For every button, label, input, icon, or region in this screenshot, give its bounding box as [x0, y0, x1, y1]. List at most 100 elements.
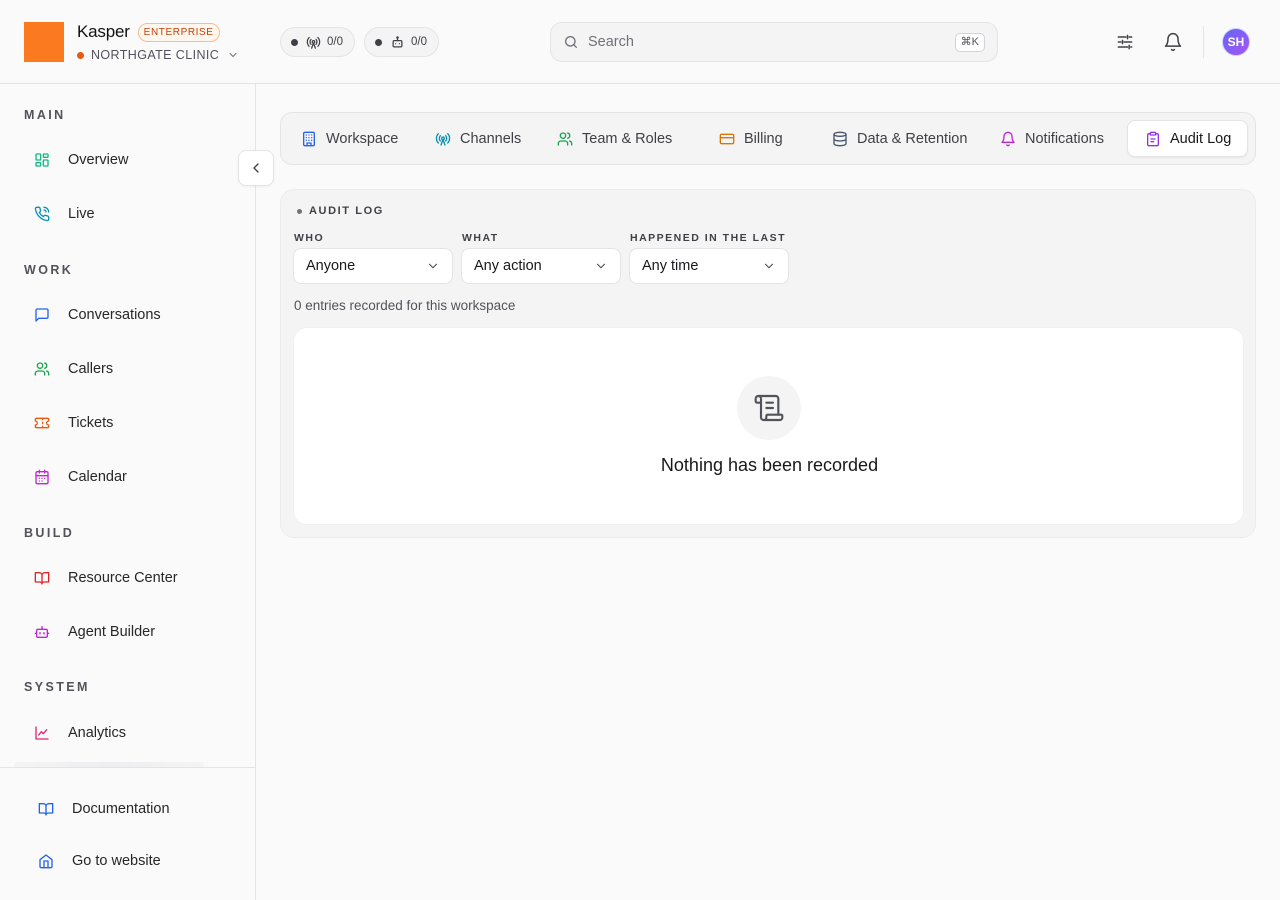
users-icon [34, 361, 50, 377]
org-status-dot [77, 51, 84, 59]
filter-what-select[interactable]: Any action [461, 248, 621, 284]
filter-who-select[interactable]: Anyone [293, 248, 453, 284]
chevron-down-icon [227, 49, 239, 61]
agents-status-pill[interactable]: 0/0 [364, 27, 439, 57]
tab-label: Audit Log [1170, 130, 1232, 147]
sidebar-item-label: Conversations [68, 307, 161, 323]
tab-workspace[interactable]: Workspace [301, 120, 398, 157]
sidebar-item-analytics[interactable]: Analytics [24, 713, 240, 753]
plan-badge: ENTERPRISE [137, 22, 220, 42]
calendar-icon [34, 469, 50, 485]
sidebar-item-agent-builder[interactable]: Agent Builder [24, 612, 240, 652]
sidebar-item-label: Go to website [72, 853, 161, 869]
filter-what-label: WHAT [462, 232, 499, 244]
tab-notifications[interactable]: Notifications [1000, 120, 1104, 157]
sidebar: MAIN Overview Live WORK Conversations Ca… [0, 84, 274, 900]
empty-state: Nothing has been recorded [293, 327, 1244, 525]
ticket-icon [34, 415, 50, 431]
status-dot [291, 38, 298, 46]
book-open-icon [34, 570, 50, 586]
clipboard-icon [1145, 131, 1161, 147]
title-dot [297, 208, 302, 214]
collapse-sidebar-button[interactable] [238, 150, 274, 186]
book-icon [38, 801, 54, 817]
sidebar-item-label: Resource Center [68, 570, 178, 586]
tab-team-roles[interactable]: Team & Roles [557, 120, 672, 157]
nav-section-system: SYSTEM [24, 680, 90, 694]
brand-logo[interactable] [24, 22, 64, 62]
settings-tabs: Workspace Channels Team & Roles Billing … [280, 112, 1256, 165]
nav-section-work: WORK [24, 263, 74, 277]
search-input[interactable] [588, 34, 955, 50]
select-value: Any time [642, 258, 699, 274]
sidebar-item-label: Overview [68, 152, 129, 168]
empty-state-message: Nothing has been recorded [660, 455, 879, 475]
tab-data-retention[interactable]: Data & Retention [832, 120, 967, 157]
sidebar-item-label: Calendar [68, 469, 127, 485]
status-dot [375, 38, 382, 46]
chevron-down-icon [594, 259, 608, 273]
home-icon [38, 853, 54, 869]
bell-icon [1000, 131, 1016, 147]
search-bar: ⌘K [550, 22, 998, 62]
bell-icon[interactable] [1161, 30, 1185, 54]
sidebar-item-callers[interactable]: Callers [24, 349, 240, 389]
dashboard-icon [34, 152, 50, 168]
sidebar-item-calendar[interactable]: Calendar [24, 457, 240, 497]
shortcut-hint: ⌘K [954, 32, 985, 52]
sidebar-item-label: Callers [68, 361, 114, 377]
sidebar-item-label: Agent Builder [68, 624, 156, 640]
database-icon [832, 131, 848, 147]
chat-icon [34, 307, 50, 323]
select-value: Any action [474, 258, 542, 274]
tab-channels[interactable]: Channels [435, 120, 521, 157]
sidebar-item-live[interactable]: Live [24, 194, 240, 234]
building-icon [301, 131, 317, 147]
divider [1203, 26, 1204, 58]
sidebar-item-tickets[interactable]: Tickets [24, 403, 240, 443]
panel-title: AUDIT LOG [297, 205, 384, 217]
sidebar-item-label: Analytics [68, 725, 127, 741]
chevron-left-icon [248, 160, 264, 176]
sidebar-item-label: Tickets [68, 415, 114, 431]
users-icon [557, 131, 573, 147]
bot-icon [34, 624, 50, 640]
brand-name: Kasper [77, 22, 130, 41]
tab-label: Notifications [1025, 130, 1104, 147]
brand: Kasper ENTERPRISE NORTHGATE CLINIC [24, 22, 239, 62]
robot-icon [390, 35, 405, 50]
channels-status-pill[interactable]: 0/0 [280, 27, 355, 57]
sidebar-item-label: Live [68, 206, 95, 222]
sidebar-item-go-to-website[interactable]: Go to website [28, 841, 238, 881]
sidebar-item-documentation[interactable]: Documentation [28, 789, 238, 829]
top-bar: Kasper ENTERPRISE NORTHGATE CLINIC 0/0 0… [0, 0, 1280, 84]
sidebar-item-resource-center[interactable]: Resource Center [24, 558, 240, 598]
sliders-icon[interactable] [1113, 30, 1137, 54]
broadcast-icon [306, 35, 321, 50]
tab-audit-log[interactable]: Audit Log [1127, 120, 1249, 157]
user-avatar[interactable]: SH [1222, 28, 1250, 56]
tab-label: Team & Roles [582, 130, 673, 147]
nav-section-main: MAIN [24, 108, 66, 122]
filter-time-select[interactable]: Any time [629, 248, 789, 284]
org-switcher[interactable]: NORTHGATE CLINIC [77, 48, 239, 62]
nav-section-build: BUILD [24, 526, 75, 540]
filter-who-label: WHO [294, 232, 325, 244]
audit-log-panel: AUDIT LOG WHO Anyone WHAT Any action HAP… [280, 189, 1256, 538]
scroll-icon [737, 376, 801, 440]
entries-count: 0 entries recorded for this workspace [294, 298, 516, 313]
org-name: NORTHGATE CLINIC [91, 48, 220, 62]
filter-time-label: HAPPENED IN THE LAST [630, 232, 787, 244]
antenna-icon [435, 131, 451, 147]
chevron-down-icon [762, 259, 776, 273]
tab-billing[interactable]: Billing [719, 120, 783, 157]
credit-card-icon [719, 131, 735, 147]
sidebar-footer: Documentation Go to website [0, 767, 255, 900]
sidebar-item-conversations[interactable]: Conversations [24, 295, 240, 335]
tab-label: Data & Retention [857, 130, 968, 147]
line-chart-icon [34, 725, 50, 741]
sidebar-item-overview[interactable]: Overview [24, 140, 240, 180]
tab-label: Channels [460, 130, 522, 147]
sidebar-item-label: Documentation [72, 801, 170, 817]
chevron-down-icon [426, 259, 440, 273]
